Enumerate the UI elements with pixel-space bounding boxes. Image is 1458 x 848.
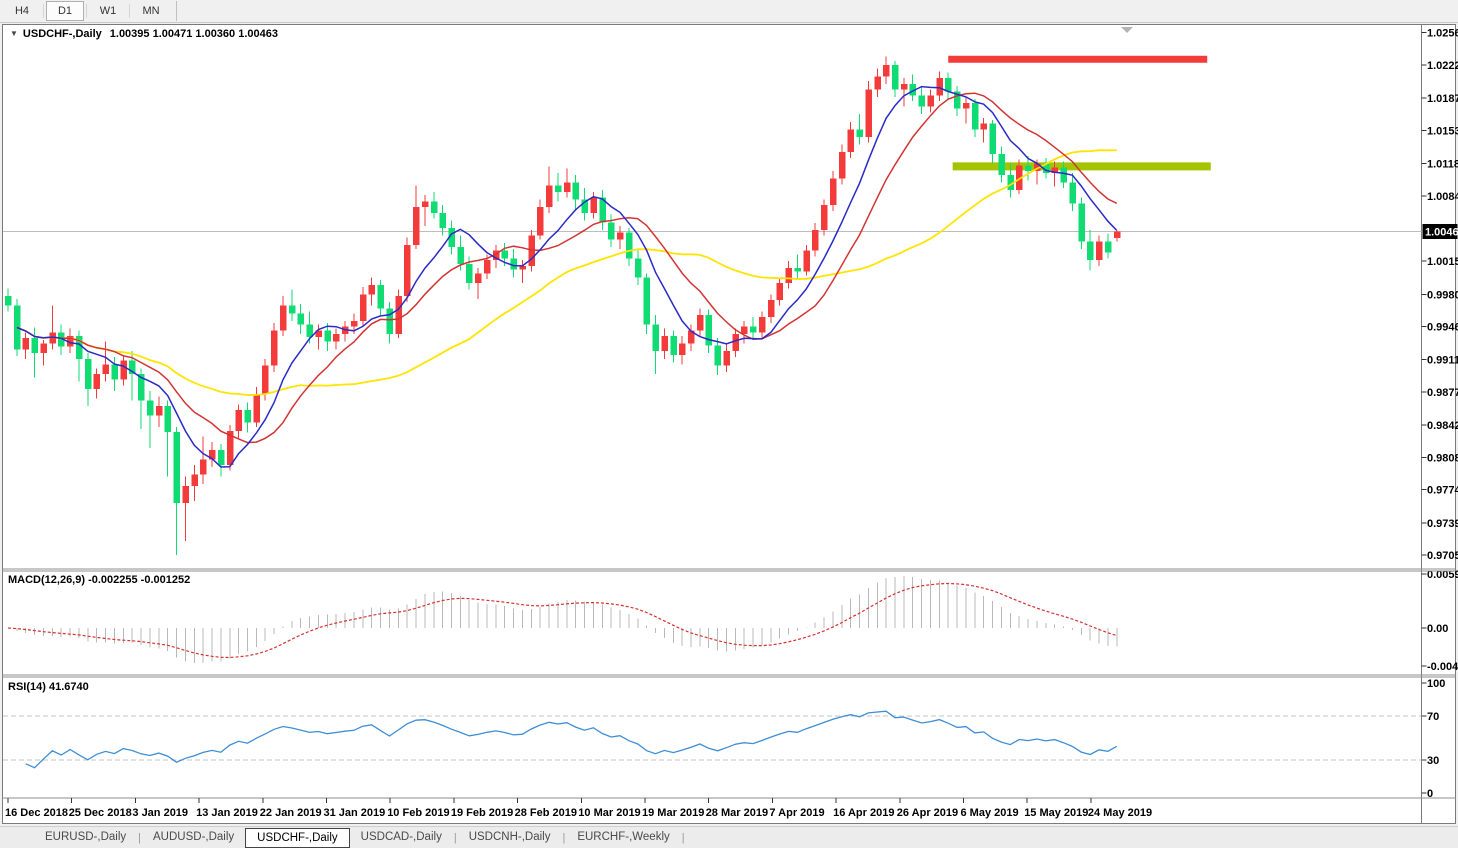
tab-eurusd[interactable]: EURUSD-,Daily: [34, 829, 137, 846]
svg-text:30: 30: [1427, 755, 1439, 767]
tab-separator: |: [138, 831, 142, 844]
svg-text:0.99460: 0.99460: [1427, 322, 1458, 334]
svg-text:13 Jan 2019: 13 Jan 2019: [196, 807, 258, 819]
svg-text:1.01530: 1.01530: [1427, 125, 1458, 137]
svg-text:3 Jan 2019: 3 Jan 2019: [132, 807, 188, 819]
current-price-box: 1.00463: [1422, 223, 1458, 239]
chart-title: ▼ USDCHF-,Daily 1.00395 1.00471 1.00360 1.…: [10, 28, 278, 40]
resistance-band: [948, 55, 1208, 63]
svg-text:1.02220: 1.02220: [1427, 60, 1458, 72]
chart-ohlc-values: 1.00395 1.00471 1.00360 1.00463: [109, 28, 278, 40]
svg-text:0.97390: 0.97390: [1427, 518, 1458, 530]
svg-text:0.98080: 0.98080: [1427, 452, 1458, 464]
svg-text:0.98420: 0.98420: [1427, 420, 1458, 432]
svg-text:0.99110: 0.99110: [1427, 355, 1458, 367]
svg-text:22 Jan 2019: 22 Jan 2019: [260, 807, 322, 819]
svg-text:1.01180: 1.01180: [1427, 159, 1458, 171]
svg-text:10 Feb 2019: 10 Feb 2019: [387, 807, 449, 819]
svg-text:28 Mar 2019: 28 Mar 2019: [706, 807, 768, 819]
svg-text:-0.00424: -0.00424: [1427, 661, 1458, 673]
svg-text:100: 100: [1427, 678, 1445, 690]
chart-symbol-label: USDCHF-,Daily: [22, 28, 102, 40]
svg-text:70: 70: [1427, 711, 1439, 723]
svg-text:1.00840: 1.00840: [1427, 191, 1458, 203]
svg-text:0.00: 0.00: [1427, 623, 1448, 635]
svg-text:0.98770: 0.98770: [1427, 387, 1458, 399]
svg-text:10 Mar 2019: 10 Mar 2019: [578, 807, 640, 819]
svg-text:16 Dec 2018: 16 Dec 2018: [5, 807, 68, 819]
chart-tab-bar: EURUSD-,Daily | AUDUSD-,Daily USDCHF-,Daily…: [0, 826, 1458, 848]
collapse-triangle-icon[interactable]: ▼: [10, 29, 18, 38]
tab-usdcnh[interactable]: USDCNH-,Daily: [458, 829, 562, 846]
tab-audusd[interactable]: AUDUSD-,Daily: [142, 829, 245, 846]
svg-text:31 Jan 2019: 31 Jan 2019: [324, 807, 386, 819]
svg-text:0.97050: 0.97050: [1427, 550, 1458, 562]
svg-text:15 May 2019: 15 May 2019: [1024, 807, 1088, 819]
svg-text:26 Apr 2019: 26 Apr 2019: [897, 807, 958, 819]
metatrader-screen: H4D1W1MN 1.025601.022201.018701.015301.0…: [0, 0, 1458, 848]
svg-text:1.00150: 1.00150: [1427, 256, 1458, 268]
macd-indicator-label: MACD(12,26,9) -0.002255 -0.001252: [8, 574, 191, 586]
window-frame: [2, 24, 1456, 824]
price-chart-canvas[interactable]: 1.02560 1.02220 1.01870 1.01530 1.01180 1.008…: [0, 0, 1458, 848]
svg-text:0.97740: 0.97740: [1427, 485, 1458, 497]
svg-text:1.01870: 1.01870: [1427, 93, 1458, 105]
svg-text:6 May 2019: 6 May 2019: [961, 807, 1019, 819]
tab-usdcad[interactable]: USDCAD-,Daily: [350, 829, 453, 846]
svg-text:24 May 2019: 24 May 2019: [1088, 807, 1152, 819]
svg-text:28 Feb 2019: 28 Feb 2019: [515, 807, 577, 819]
tab-separator: |: [453, 831, 457, 844]
svg-text:19 Mar 2019: 19 Mar 2019: [642, 807, 704, 819]
svg-text:19 Feb 2019: 19 Feb 2019: [451, 807, 513, 819]
svg-text:1.00463: 1.00463: [1425, 226, 1458, 238]
svg-text:0.99800: 0.99800: [1427, 289, 1458, 301]
svg-text:7 Apr 2019: 7 Apr 2019: [769, 807, 824, 819]
rsi-indicator-label: RSI(14) 41.6740: [8, 681, 89, 693]
svg-text:16 Apr 2019: 16 Apr 2019: [833, 807, 894, 819]
svg-text:25 Dec 2018: 25 Dec 2018: [69, 807, 132, 819]
tab-separator: |: [562, 831, 566, 844]
tab-eurchf[interactable]: EURCHF-,Weekly: [566, 829, 680, 846]
svg-text:1.02560: 1.02560: [1427, 28, 1458, 40]
tab-usdchf[interactable]: USDCHF-,Daily: [245, 827, 350, 848]
support-band: [952, 162, 1211, 171]
tab-separator: |: [681, 831, 685, 844]
